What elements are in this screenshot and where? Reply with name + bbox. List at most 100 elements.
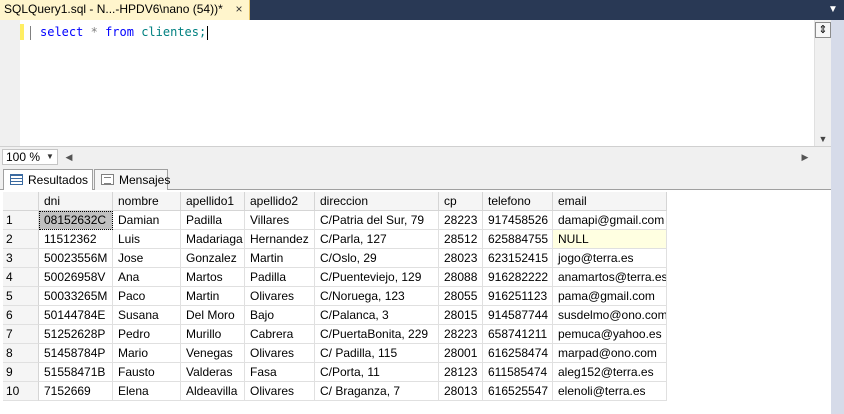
cell-cp[interactable]: 28055 xyxy=(439,287,483,306)
corner-header[interactable] xyxy=(3,192,39,211)
cell-cp[interactable]: 28015 xyxy=(439,306,483,325)
cell-direccion[interactable]: C/Noruega, 123 xyxy=(315,287,439,306)
cell-direccion[interactable]: C/PuertaBonita, 229 xyxy=(315,325,439,344)
cell-direccion[interactable]: C/ Padilla, 115 xyxy=(315,344,439,363)
cell-dni[interactable]: 50144784E xyxy=(39,306,113,325)
close-icon[interactable]: × xyxy=(232,2,246,16)
row-number[interactable]: 8 xyxy=(3,344,39,363)
tab-overflow-icon[interactable]: ▼ xyxy=(826,3,840,17)
cell-apellido2[interactable]: Olivares xyxy=(245,382,315,401)
cell-email[interactable]: pemuca@yahoo.es xyxy=(553,325,667,344)
cell-telefono[interactable]: 616525547 xyxy=(483,382,553,401)
code-line[interactable]: select * from clientes; xyxy=(40,24,209,40)
cell-nombre[interactable]: Paco xyxy=(113,287,181,306)
scroll-left-icon[interactable]: ◀ xyxy=(62,150,76,164)
chevron-down-icon[interactable]: ▼ xyxy=(44,150,56,164)
column-header[interactable]: apellido1 xyxy=(181,192,245,211)
cell-direccion[interactable]: C/Patria del Sur, 79 xyxy=(315,211,439,230)
cell-nombre[interactable]: Susana xyxy=(113,306,181,325)
cell-telefono[interactable]: 914587744 xyxy=(483,306,553,325)
cell-email[interactable]: aleg152@terra.es xyxy=(553,363,667,382)
cell-apellido1[interactable]: Del Moro xyxy=(181,306,245,325)
cell-dni[interactable]: 51558471B xyxy=(39,363,113,382)
cell-apellido2[interactable]: Hernandez xyxy=(245,230,315,249)
cell-nombre[interactable]: Jose xyxy=(113,249,181,268)
cell-cp[interactable]: 28013 xyxy=(439,382,483,401)
cell-telefono[interactable]: 625884755 xyxy=(483,230,553,249)
cell-apellido2[interactable]: Padilla xyxy=(245,268,315,287)
split-icon[interactable]: ⇕ xyxy=(815,22,831,38)
cell-telefono[interactable]: 623152415 xyxy=(483,249,553,268)
cell-apellido1[interactable]: Aldeavilla xyxy=(181,382,245,401)
cell-cp[interactable]: 28023 xyxy=(439,249,483,268)
cell-direccion[interactable]: C/Parla, 127 xyxy=(315,230,439,249)
row-number[interactable]: 9 xyxy=(3,363,39,382)
cell-direccion[interactable]: C/Palanca, 3 xyxy=(315,306,439,325)
cell-email[interactable]: anamartos@terra.es xyxy=(553,268,667,287)
cell-dni[interactable]: 7152669 xyxy=(39,382,113,401)
scroll-down-icon[interactable]: ▼ xyxy=(815,132,831,146)
cell-dni[interactable]: 08152632C xyxy=(39,211,113,230)
cell-nombre[interactable]: Pedro xyxy=(113,325,181,344)
cell-nombre[interactable]: Luis xyxy=(113,230,181,249)
cell-apellido1[interactable]: Valderas xyxy=(181,363,245,382)
cell-direccion[interactable]: C/Porta, 11 xyxy=(315,363,439,382)
cell-apellido1[interactable]: Venegas xyxy=(181,344,245,363)
cell-cp[interactable]: 28223 xyxy=(439,325,483,344)
cell-telefono[interactable]: 917458526 xyxy=(483,211,553,230)
cell-telefono[interactable]: 616258474 xyxy=(483,344,553,363)
row-number[interactable]: 3 xyxy=(3,249,39,268)
row-number[interactable]: 4 xyxy=(3,268,39,287)
query-editor[interactable]: select * from clientes; xyxy=(0,20,844,146)
cell-email[interactable]: jogo@terra.es xyxy=(553,249,667,268)
cell-telefono[interactable]: 658741211 xyxy=(483,325,553,344)
cell-apellido2[interactable]: Fasa xyxy=(245,363,315,382)
cell-nombre[interactable]: Ana xyxy=(113,268,181,287)
cell-email[interactable]: pama@gmail.com xyxy=(553,287,667,306)
cell-direccion[interactable]: C/Puenteviejo, 129 xyxy=(315,268,439,287)
column-header[interactable]: cp xyxy=(439,192,483,211)
cell-cp[interactable]: 28223 xyxy=(439,211,483,230)
cell-cp[interactable]: 28001 xyxy=(439,344,483,363)
column-header[interactable]: nombre xyxy=(113,192,181,211)
cell-telefono[interactable]: 611585474 xyxy=(483,363,553,382)
cell-email[interactable]: marpad@ono.com xyxy=(553,344,667,363)
cell-apellido2[interactable]: Cabrera xyxy=(245,325,315,344)
row-number[interactable]: 5 xyxy=(3,287,39,306)
cell-dni[interactable]: 51252628P xyxy=(39,325,113,344)
cell-nombre[interactable]: Elena xyxy=(113,382,181,401)
cell-apellido2[interactable]: Olivares xyxy=(245,344,315,363)
row-number[interactable]: 1 xyxy=(3,211,39,230)
cell-dni[interactable]: 50033265M xyxy=(39,287,113,306)
cell-apellido1[interactable]: Martin xyxy=(181,287,245,306)
cell-cp[interactable]: 28512 xyxy=(439,230,483,249)
cell-apellido2[interactable]: Villares xyxy=(245,211,315,230)
zoom-select[interactable]: 100 % ▼ xyxy=(2,149,58,165)
row-number[interactable]: 6 xyxy=(3,306,39,325)
column-header[interactable]: dni xyxy=(39,192,113,211)
cell-telefono[interactable]: 916282222 xyxy=(483,268,553,287)
cell-apellido2[interactable]: Bajo xyxy=(245,306,315,325)
tab-mensajes[interactable]: Mensajes xyxy=(94,169,170,190)
cell-email[interactable]: damapi@gmail.com xyxy=(553,211,667,230)
cell-apellido1[interactable]: Murillo xyxy=(181,325,245,344)
column-header[interactable]: direccion xyxy=(315,192,439,211)
column-header[interactable]: email xyxy=(553,192,667,211)
cell-telefono[interactable]: 916251123 xyxy=(483,287,553,306)
cell-dni[interactable]: 50023556M xyxy=(39,249,113,268)
cell-nombre[interactable]: Mario xyxy=(113,344,181,363)
column-header[interactable]: apellido2 xyxy=(245,192,315,211)
cell-apellido1[interactable]: Madariaga xyxy=(181,230,245,249)
tab-resultados[interactable]: Resultados xyxy=(3,169,93,191)
cell-direccion[interactable]: C/ Braganza, 7 xyxy=(315,382,439,401)
cell-nombre[interactable]: Fausto xyxy=(113,363,181,382)
column-header[interactable]: telefono xyxy=(483,192,553,211)
cell-direccion[interactable]: C/Oslo, 29 xyxy=(315,249,439,268)
cell-dni[interactable]: 50026958V xyxy=(39,268,113,287)
cell-apellido1[interactable]: Padilla xyxy=(181,211,245,230)
cell-cp[interactable]: 28088 xyxy=(439,268,483,287)
cell-apellido1[interactable]: Martos xyxy=(181,268,245,287)
cell-email[interactable]: NULL xyxy=(553,230,667,249)
cell-apellido2[interactable]: Olivares xyxy=(245,287,315,306)
cell-cp[interactable]: 28123 xyxy=(439,363,483,382)
